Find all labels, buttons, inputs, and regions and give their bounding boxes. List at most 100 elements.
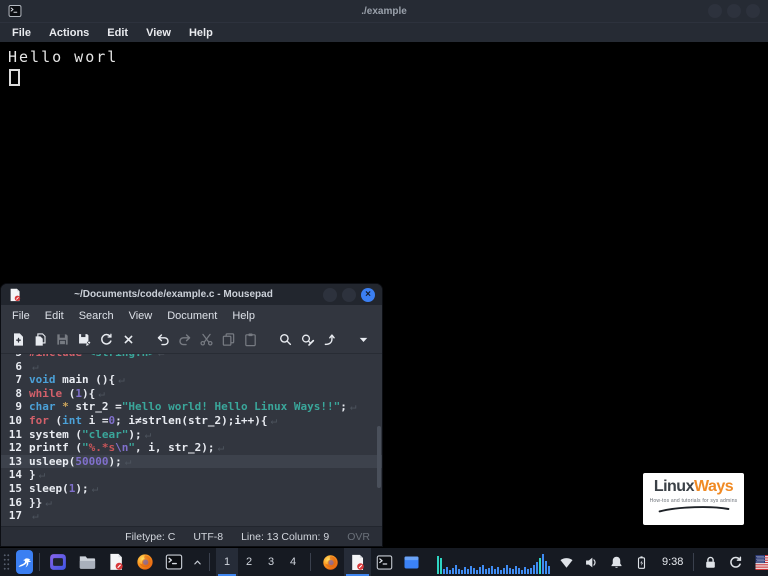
mousepad-menu-search[interactable]: Search [79,310,114,322]
task-mousepad[interactable] [344,548,371,576]
mousepad-statusbar: Filetype: C UTF-8 Line: 13 Column: 9 OVR [1,526,382,546]
monitor-bar [545,561,547,574]
monitor-bar [494,569,496,574]
launcher-settings[interactable] [48,552,68,572]
mousepad-minimize-button[interactable] [323,288,337,302]
code-line-17[interactable]: 17 ↵ [1,509,382,523]
toolbar-cut-button[interactable] [196,328,218,351]
terminal-menu-view[interactable]: View [146,27,171,39]
monitor-bar [533,565,535,574]
terminal-app-icon [8,4,22,18]
terminal-menu-actions[interactable]: Actions [49,27,89,39]
mousepad-menu-help[interactable]: Help [232,310,255,322]
line-number: 12 [5,441,22,455]
toolbar-new-document-button[interactable] [8,328,30,351]
line-number: 17 [5,509,22,523]
code-line-15[interactable]: 15sleep(1);↵ [1,482,382,496]
system-tray [559,555,649,570]
mousepad-menu-edit[interactable]: Edit [45,310,64,322]
mousepad-menu-view[interactable]: View [129,310,153,322]
code-line-7[interactable]: 7void main (){↵ [1,373,382,387]
toolbar-open-button[interactable] [30,328,52,351]
monitor-bar [491,566,493,574]
code-line-8[interactable]: 8while (1){↵ [1,387,382,401]
toolbar-go-to-button[interactable] [318,328,340,351]
toolbar-close-button[interactable] [117,328,139,351]
monitor-bar [524,567,526,574]
terminal-titlebar[interactable]: ./example [0,0,768,22]
line-number: 16 [5,496,22,510]
toolbar-save-button[interactable] [52,328,74,351]
editor-scrollbar[interactable] [377,426,381,488]
toolbar-paste-button[interactable] [240,328,262,351]
clock[interactable]: 9:38 [662,556,683,568]
terminal-close-button[interactable] [746,4,760,18]
taskbar: 1234 9:38 [0,548,768,576]
monitor-bar [485,569,487,574]
battery-icon[interactable] [634,555,649,570]
volume-icon[interactable] [584,555,599,570]
terminal-menu-help[interactable]: Help [189,27,213,39]
launcher-mousepad[interactable] [106,552,126,572]
keyboard-layout-flag[interactable] [755,555,768,570]
monitor-bar [542,554,544,574]
newline-mark: ↵ [158,354,165,359]
toolbar-copy-button[interactable] [218,328,240,351]
code-line-13[interactable]: 13usleep(50000);↵ [1,455,382,469]
terminal-menu-file[interactable]: File [12,27,31,39]
workspace-4[interactable]: 4 [282,548,304,576]
workspace-1[interactable]: 1 [216,548,238,576]
code-line-10[interactable]: 10for (int i =0; i≠strlen(str_2);i++){↵ [1,414,382,428]
task-firefox[interactable] [317,548,344,576]
code-line-11[interactable]: 11system ("clear");↵ [1,428,382,442]
wifi-icon[interactable] [559,555,574,570]
system-monitor-graph[interactable] [437,550,550,574]
monitor-bar [539,558,541,574]
terminal-minimize-button[interactable] [708,4,722,18]
newline-mark: ↵ [217,441,224,454]
logo-tagline: How-tos and tutorials for sys admins [643,498,744,504]
code-line-16[interactable]: 16}}↵ [1,496,382,510]
newline-mark: ↵ [32,509,39,522]
terminal-menu-edit[interactable]: Edit [107,27,128,39]
session-restart-icon[interactable] [728,555,743,570]
monitor-bar [488,568,490,574]
panel-grip-left[interactable] [3,553,10,571]
code-line-14[interactable]: 14}↵ [1,468,382,482]
launcher-firefox[interactable] [135,552,155,572]
mousepad-close-button[interactable]: × [361,288,375,302]
mousepad-maximize-button[interactable] [342,288,356,302]
applications-menu-button[interactable] [16,550,33,574]
launcher-file-manager[interactable] [77,552,97,572]
mousepad-menu-file[interactable]: File [12,310,30,322]
task-files-window[interactable] [398,548,425,576]
toolbar-find-replace-button[interactable] [296,328,318,351]
toolbar-redo-button[interactable] [174,328,196,351]
line-number: 9 [5,400,22,414]
terminal-maximize-button[interactable] [727,4,741,18]
mousepad-titlebar[interactable]: ~/Documents/code/example.c - Mousepad × [1,284,382,305]
toolbar-find-button[interactable] [274,328,296,351]
newline-mark: ↵ [118,373,125,386]
task-terminal[interactable] [371,548,398,576]
line-number: 13 [5,455,22,469]
code-text: void main (){↵ [29,373,125,387]
monitor-bar [503,568,505,574]
notifications-icon[interactable] [609,555,624,570]
toolbar-undo-button[interactable] [152,328,174,351]
code-line-12[interactable]: 12 printf ("%.*s\n", i, str_2);↵ [1,441,382,455]
launcher-expand-caret[interactable] [192,557,203,568]
workspace-2[interactable]: 2 [238,548,260,576]
launcher-terminal[interactable] [164,552,184,572]
toolbar-toolbar-menu-button[interactable] [353,328,375,351]
workspace-3[interactable]: 3 [260,548,282,576]
mousepad-menu-document[interactable]: Document [167,310,217,322]
toolbar-reload-button[interactable] [95,328,117,351]
toolbar-save-as-button[interactable] [74,328,96,351]
mousepad-editor[interactable]: 5#include <string.h>↵6↵7void main (){↵8w… [1,354,382,526]
code-line-9[interactable]: 9char * str_2 ="Hello world! Hello Linux… [1,400,382,414]
lock-icon[interactable] [703,555,718,570]
code-text: printf ("%.*s\n", i, str_2);↵ [29,441,224,455]
code-line-6[interactable]: 6↵ [1,360,382,374]
taskbar-launchers [46,552,186,572]
